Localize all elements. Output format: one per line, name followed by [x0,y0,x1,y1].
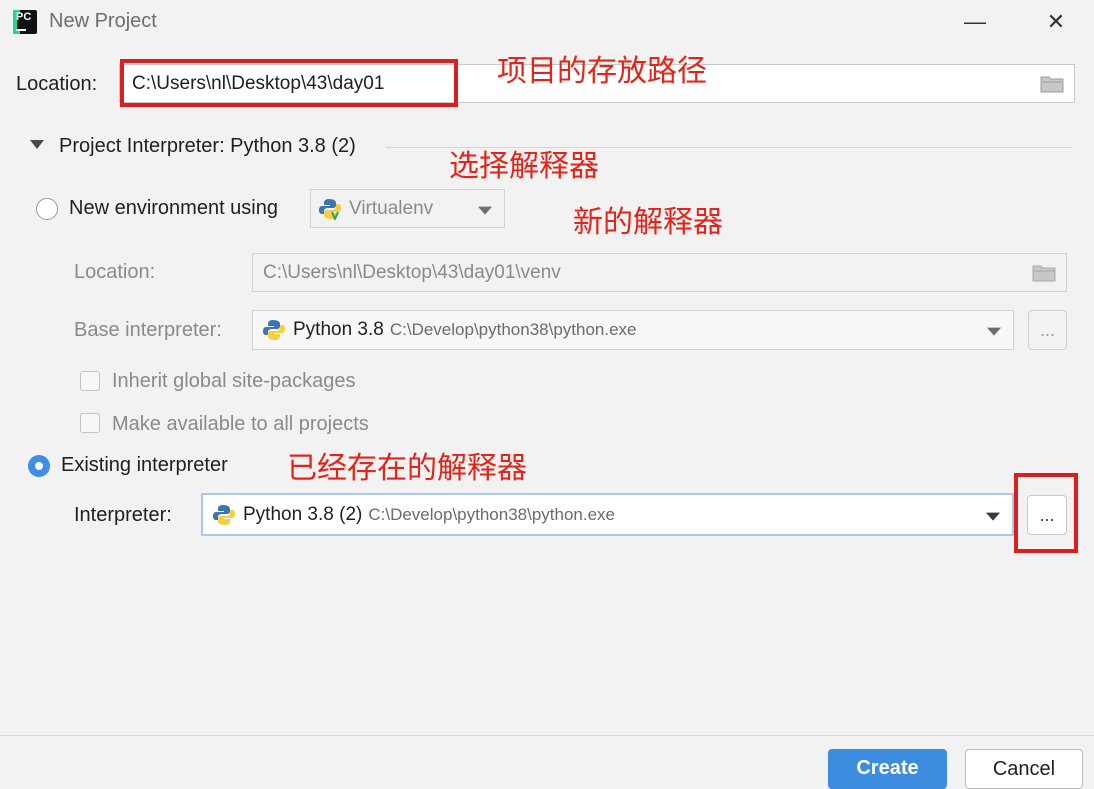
footer-separator [0,735,1094,736]
close-button[interactable]: ✕ [1036,6,1076,38]
existing-interpreter-label[interactable]: Existing interpreter [61,454,228,477]
annotation-path: 项目的存放路径 [497,55,707,88]
make-available-checkbox[interactable] [80,413,100,433]
make-available-label[interactable]: Make available to all projects [112,413,369,436]
minimize-button[interactable]: — [955,6,995,38]
inherit-packages-checkbox[interactable] [80,371,100,391]
interpreter-path: C:\Develop\python38\python.exe [368,504,616,524]
env-tool-value: Virtualenv [349,197,434,219]
interpreter-name: Python 3.8 (2) [243,503,363,525]
python-icon [213,504,235,525]
chevron-down-icon [986,512,1000,521]
venv-location-label: Location: [74,261,156,283]
base-interpreter-label: Base interpreter: [74,319,222,341]
base-interpreter-browse-button[interactable]: ... [1028,310,1067,350]
annotation-new: 新的解释器 [573,206,723,239]
interpreter-select[interactable]: Python 3.8 (2) C:\Develop\python38\pytho… [201,493,1014,536]
new-env-label[interactable]: New environment using [69,197,278,220]
interpreter-section-title[interactable]: Project Interpreter: Python 3.8 (2) [59,135,356,158]
venv-location-input[interactable]: C:\Users\nl\Desktop\43\day01\venv [252,253,1067,292]
location-label: Location: [16,73,98,95]
pycharm-app-icon: PC [13,10,37,34]
base-interpreter-name: Python 3.8 [293,319,384,340]
venv-location-value: C:\Users\nl\Desktop\43\day01\venv [263,261,561,283]
existing-interpreter-radio[interactable] [28,455,50,477]
chevron-down-icon [987,327,1001,336]
create-button[interactable]: Create [828,749,947,789]
folder-icon[interactable] [1032,264,1056,282]
virtualenv-icon [319,198,341,220]
base-interpreter-path: C:\Develop\python38\python.exe [389,320,637,339]
env-tool-select[interactable]: Virtualenv [310,189,505,228]
chevron-down-icon [478,206,492,215]
folder-icon[interactable] [1040,75,1064,93]
location-highlight-box [120,59,458,107]
interpreter-label: Interpreter: [74,504,172,526]
collapse-triangle-icon[interactable] [30,140,44,150]
title-bar [0,0,1094,44]
new-env-radio[interactable] [36,198,58,220]
window-title: New Project [49,10,157,32]
annotation-choose: 选择解释器 [449,150,599,183]
annotation-existing: 已经存在的解释器 [287,452,527,485]
inherit-packages-label[interactable]: Inherit global site-packages [112,370,355,393]
python-icon [263,320,285,340]
browse-highlight-box [1014,473,1078,553]
base-interpreter-select[interactable]: Python 3.8 C:\Develop\python38\python.ex… [252,310,1014,350]
cancel-button[interactable]: Cancel [965,749,1083,789]
